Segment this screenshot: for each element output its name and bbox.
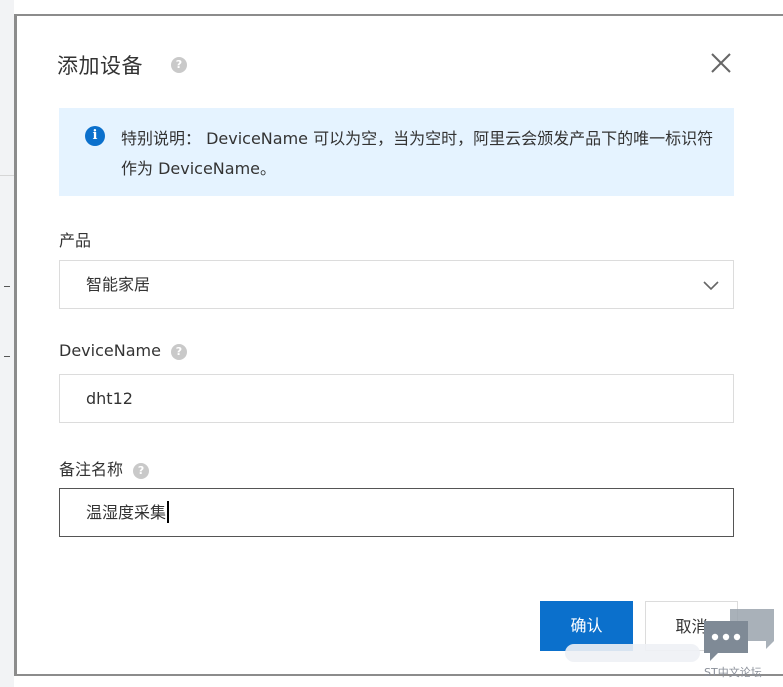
background-mark	[4, 356, 10, 357]
close-button[interactable]	[708, 50, 734, 76]
background-divider	[0, 175, 14, 176]
product-label: 产品	[59, 227, 91, 251]
info-notice: i 特别说明： DeviceName 可以为空，当为空时，阿里云会颁发产品下的唯…	[59, 108, 734, 196]
remark-label-text: 备注名称	[59, 460, 124, 479]
background-page	[0, 0, 14, 687]
chevron-down-icon	[703, 281, 719, 291]
help-icon[interactable]: ?	[171, 57, 187, 73]
remark-label: 备注名称?	[59, 456, 150, 480]
remark-input[interactable]: 温湿度采集	[59, 488, 734, 537]
device-name-label: DeviceName?	[59, 341, 187, 360]
add-device-dialog: 添加设备 ? i 特别说明： DeviceName 可以为空，当为空时，阿里云会…	[14, 14, 783, 676]
remark-value: 温湿度采集	[86, 503, 167, 522]
chat-bubble-icon	[704, 609, 774, 661]
watermark-text: ST中文论坛	[704, 666, 762, 679]
product-select[interactable]: 智能家居	[59, 260, 734, 309]
device-name-value: dht12	[86, 389, 133, 408]
help-icon[interactable]: ?	[170, 343, 187, 360]
device-name-input[interactable]: dht12	[59, 374, 734, 423]
help-icon[interactable]: ?	[133, 462, 150, 479]
notice-text: 特别说明： DeviceName 可以为空，当为空时，阿里云会颁发产品下的唯一标…	[121, 129, 714, 178]
screen: 添加设备 ? i 特别说明： DeviceName 可以为空，当为空时，阿里云会…	[0, 0, 783, 687]
background-mark	[4, 286, 10, 287]
text-cursor	[167, 500, 170, 523]
close-icon	[711, 53, 731, 73]
device-name-label-text: DeviceName	[59, 341, 161, 360]
product-select-value: 智能家居	[86, 275, 151, 294]
dialog-title: 添加设备	[57, 54, 143, 78]
watermark-blur	[565, 644, 700, 662]
product-label-text: 产品	[59, 231, 92, 250]
info-icon: i	[85, 126, 105, 146]
